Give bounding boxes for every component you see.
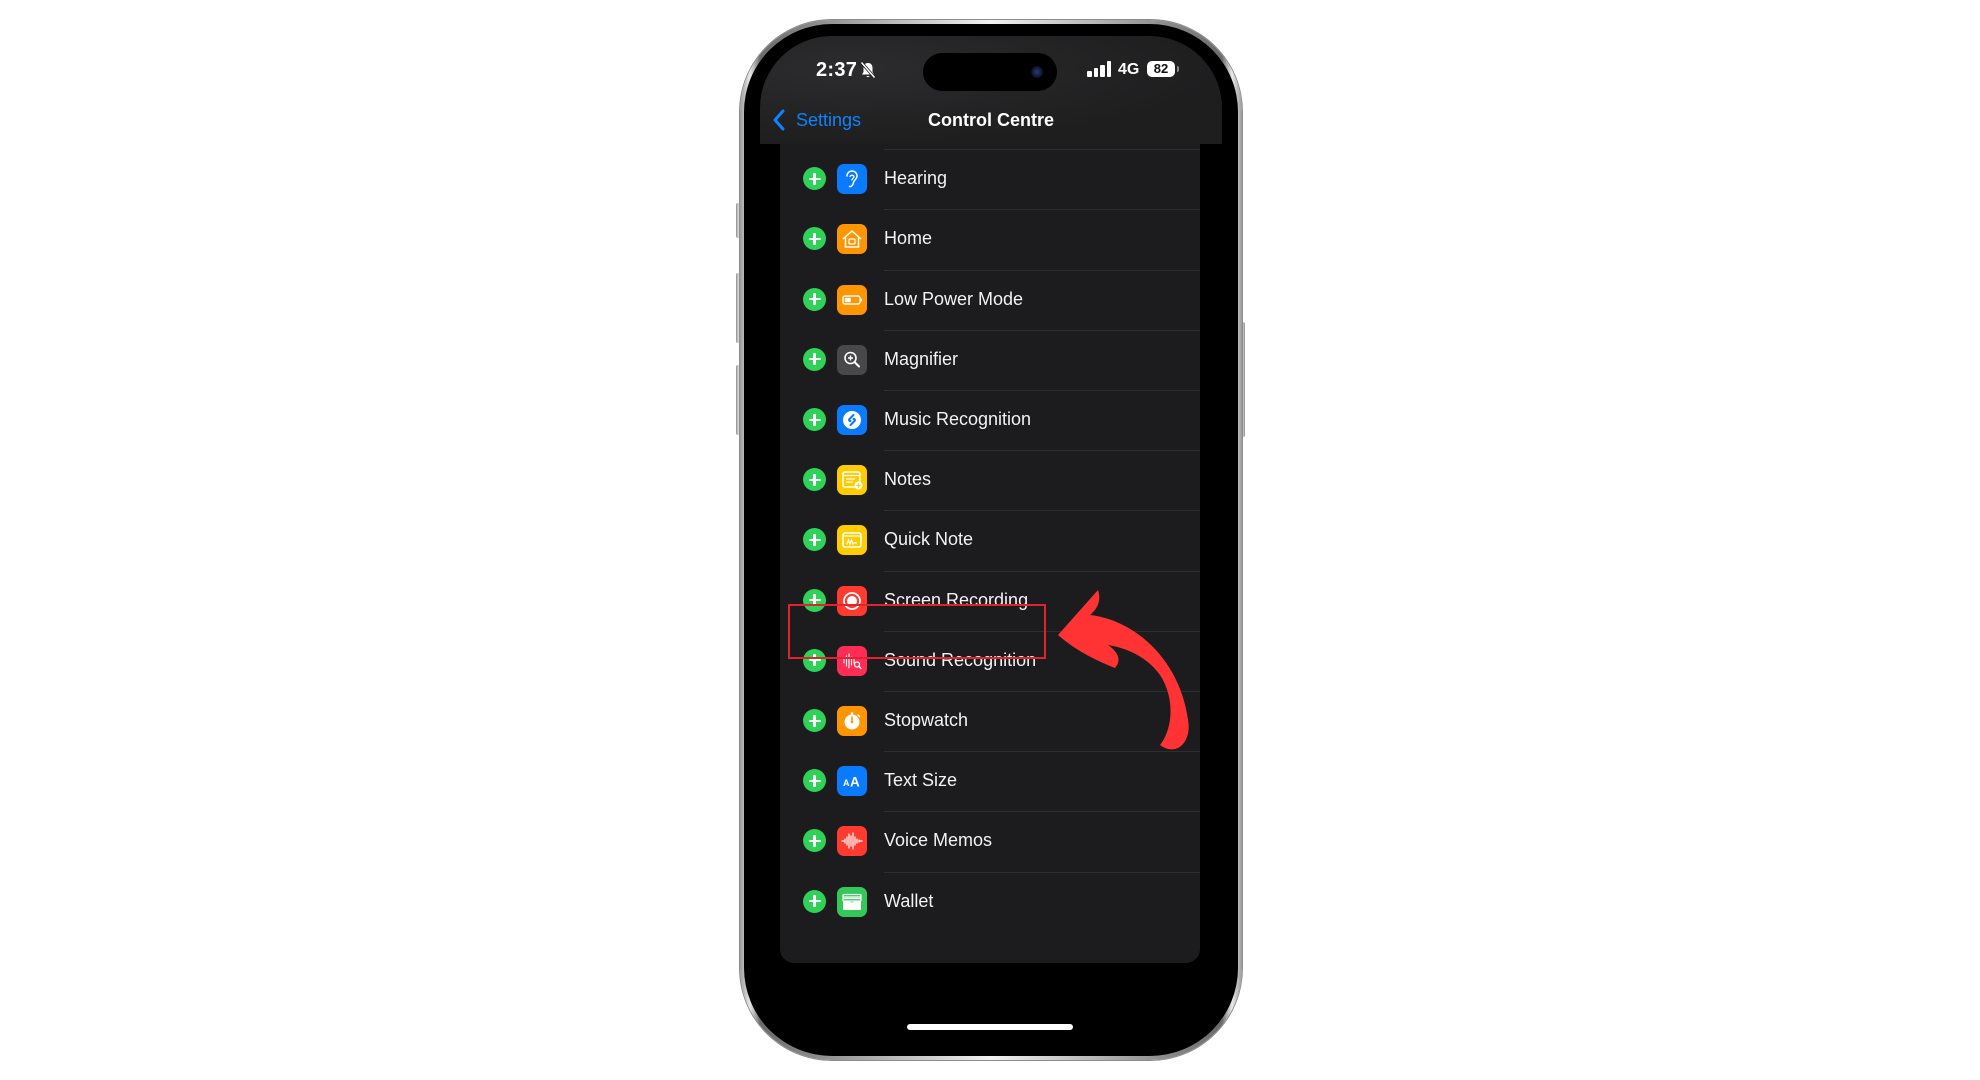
shazam-icon — [837, 405, 867, 435]
row-separator — [884, 510, 1200, 512]
control-label: Text Size — [884, 770, 958, 791]
notes-icon-glyph — [842, 471, 863, 490]
row-separator — [884, 570, 1200, 572]
control-label: Home — [884, 228, 933, 249]
row-separator — [884, 209, 1200, 211]
page-title: Control Centre — [928, 110, 1054, 130]
waveform-icon-glyph — [841, 832, 863, 850]
house-icon-glyph — [842, 230, 862, 249]
control-label: Voice Memos — [884, 830, 993, 851]
dynamic-island — [923, 53, 1057, 91]
notes-icon — [837, 465, 867, 496]
control-label: Music Recognition — [884, 409, 1032, 429]
magnifier-icon-glyph — [844, 351, 860, 368]
list-item-low-power-mode: Low Power Mode — [780, 269, 1200, 330]
control-label: Stopwatch — [884, 710, 969, 730]
quick-note-icon-glyph — [842, 532, 862, 549]
row-separator — [884, 811, 1200, 813]
list-item-notes: Notes — [780, 450, 1200, 510]
control-label: Hearing — [884, 168, 948, 189]
row-separator — [884, 390, 1200, 391]
wallet-icon-glyph — [842, 893, 862, 910]
row-separator — [884, 871, 1200, 873]
highlight-box-screen-recording — [788, 604, 1046, 659]
home-indicator[interactable] — [907, 1024, 1073, 1030]
ear-icon-glyph — [846, 170, 858, 188]
battery-nub — [1177, 66, 1179, 72]
control-label: Quick Note — [884, 529, 974, 550]
row-separator — [884, 450, 1200, 452]
control-label: Magnifier — [884, 348, 959, 369]
add-control-button[interactable] — [803, 287, 826, 311]
battery-icon: 82 — [1147, 61, 1175, 77]
shazam-icon-glyph — [843, 411, 861, 429]
phone-screen: 2:37 4G 82 Settings Control Centre Guide… — [760, 36, 1222, 1042]
house-icon — [837, 224, 867, 255]
ear-icon — [837, 164, 867, 195]
signal-strength-icon — [1087, 61, 1111, 77]
text-size-icon: AA — [837, 766, 867, 797]
stopwatch-icon-glyph — [844, 712, 861, 730]
more-controls-list: Guided Access Hearing Home Low Power Mod… — [780, 98, 1200, 963]
list-item-home: Home — [780, 209, 1200, 269]
add-control-button[interactable] — [803, 347, 826, 371]
wallet-icon — [837, 886, 867, 917]
list-item-wallet: Wallet — [780, 871, 1200, 932]
stopwatch-icon — [837, 706, 867, 736]
waveform-icon — [837, 826, 867, 857]
add-control-button[interactable] — [803, 709, 826, 732]
control-label: Low Power Mode — [884, 288, 1024, 309]
row-separator — [884, 269, 1200, 271]
row-separator — [884, 149, 1200, 151]
row-separator — [884, 329, 1200, 331]
magnifier-icon — [837, 344, 867, 375]
svg-text:A: A — [843, 778, 850, 788]
status-time: 2:37 — [816, 59, 858, 81]
add-control-button[interactable] — [803, 528, 826, 552]
add-control-button[interactable] — [803, 227, 826, 251]
add-control-button[interactable] — [803, 468, 826, 492]
add-control-button[interactable] — [803, 829, 826, 853]
add-control-button[interactable] — [803, 167, 826, 191]
text-size-icon-glyph: AA — [843, 775, 860, 790]
list-item-text-size: AA Text Size — [780, 751, 1200, 811]
list-item-magnifier: Magnifier — [780, 329, 1200, 390]
curved-arrow-annotation — [1058, 590, 1189, 750]
add-control-button[interactable] — [803, 769, 826, 793]
battery-icon — [837, 284, 867, 315]
battery-icon-glyph — [842, 294, 862, 305]
list-item-voice-memos: Voice Memos — [780, 811, 1200, 871]
list-item-music-recognition: Music Recognition — [780, 390, 1200, 450]
add-control-button[interactable] — [803, 408, 826, 431]
network-type: 4G — [1118, 61, 1140, 78]
control-label: Wallet — [884, 890, 934, 911]
list-item-hearing: Hearing — [780, 149, 1200, 209]
bell-slash-icon — [860, 61, 876, 79]
navigation-bar: 2:37 4G 82 Settings Control Centre — [760, 36, 1222, 144]
quick-note-icon — [837, 525, 867, 556]
front-camera — [1031, 66, 1043, 78]
svg-text:A: A — [850, 775, 860, 790]
control-label: Notes — [884, 469, 932, 490]
list-item-quick-note: Quick Note — [780, 510, 1200, 570]
add-control-button[interactable] — [803, 889, 826, 913]
